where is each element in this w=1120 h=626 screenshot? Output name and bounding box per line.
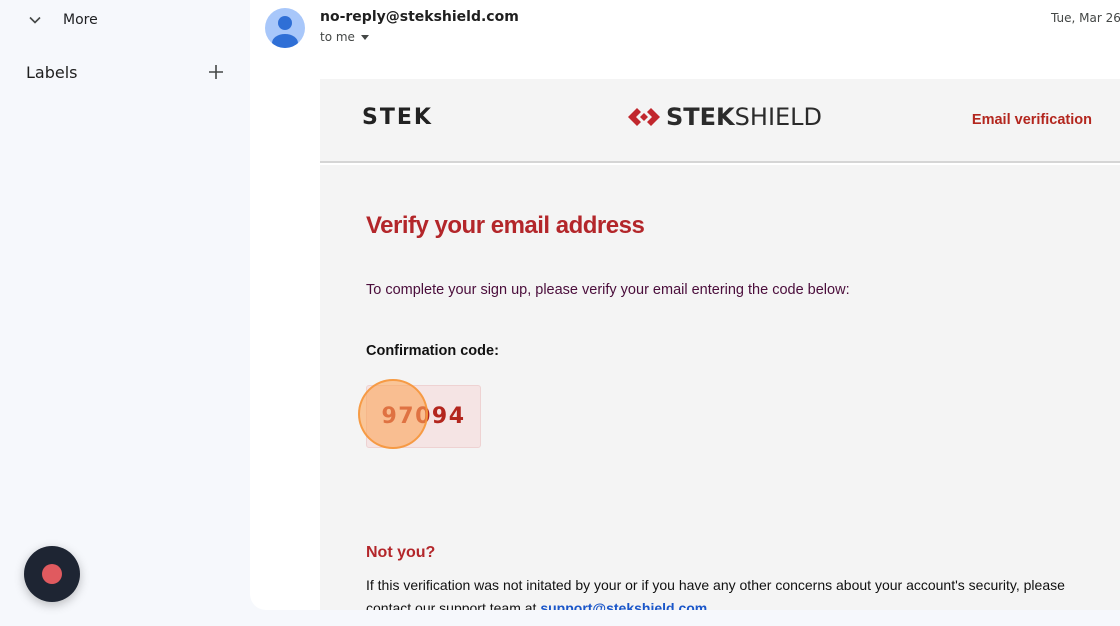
verify-instructions: To complete your sign up, please verify … bbox=[366, 282, 850, 298]
record-icon bbox=[42, 564, 62, 584]
stek-logo: STEK bbox=[362, 105, 433, 130]
chevron-down-icon bbox=[29, 16, 41, 24]
labels-section-header: Labels bbox=[26, 60, 226, 84]
stekshield-wordmark-light: SHIELD bbox=[734, 103, 823, 131]
caret-down-icon bbox=[360, 34, 369, 40]
support-email-link[interactable]: support@stekshield.com bbox=[540, 600, 707, 610]
email-content: STEK STEKSHIELD Email verification Verif… bbox=[320, 79, 1120, 610]
message-date: Tue, Mar 26, 2 bbox=[1051, 11, 1120, 25]
stekshield-wordmark-bold: STEK bbox=[666, 103, 735, 131]
verify-title: Verify your email address bbox=[366, 212, 645, 239]
message-view: no-reply@stekshield.com to me Tue, Mar 2… bbox=[250, 0, 1120, 610]
person-icon bbox=[272, 16, 298, 48]
email-verification-heading: Email verification bbox=[971, 112, 1092, 128]
click-indicator bbox=[358, 379, 428, 449]
sidebar: More Labels bbox=[0, 0, 250, 626]
recipient-label: to me bbox=[320, 30, 355, 44]
stekshield-diamond-icon bbox=[628, 108, 660, 126]
not-you-heading: Not you? bbox=[366, 544, 436, 561]
stekshield-wordmark: STEKSHIELD bbox=[666, 103, 822, 131]
sidebar-more-label: More bbox=[63, 12, 98, 28]
sender-address[interactable]: no-reply@stekshield.com bbox=[320, 9, 519, 25]
email-header: STEK STEKSHIELD Email verification bbox=[320, 79, 1120, 163]
not-you-paragraph: If this verification was not initated by… bbox=[366, 574, 1106, 610]
sidebar-more-toggle[interactable]: More bbox=[28, 8, 98, 32]
recipient-details-toggle[interactable]: to me bbox=[320, 30, 369, 44]
confirmation-code-label: Confirmation code: bbox=[366, 343, 499, 359]
not-you-text: If this verification was not initated by… bbox=[366, 577, 1065, 610]
record-button[interactable] bbox=[24, 546, 80, 602]
labels-title: Labels bbox=[26, 62, 78, 82]
email-main-content: Verify your email address To complete yo… bbox=[320, 165, 1120, 610]
sender-avatar[interactable] bbox=[265, 8, 305, 48]
plus-icon[interactable] bbox=[206, 62, 226, 82]
stekshield-logo: STEKSHIELD bbox=[627, 103, 822, 131]
